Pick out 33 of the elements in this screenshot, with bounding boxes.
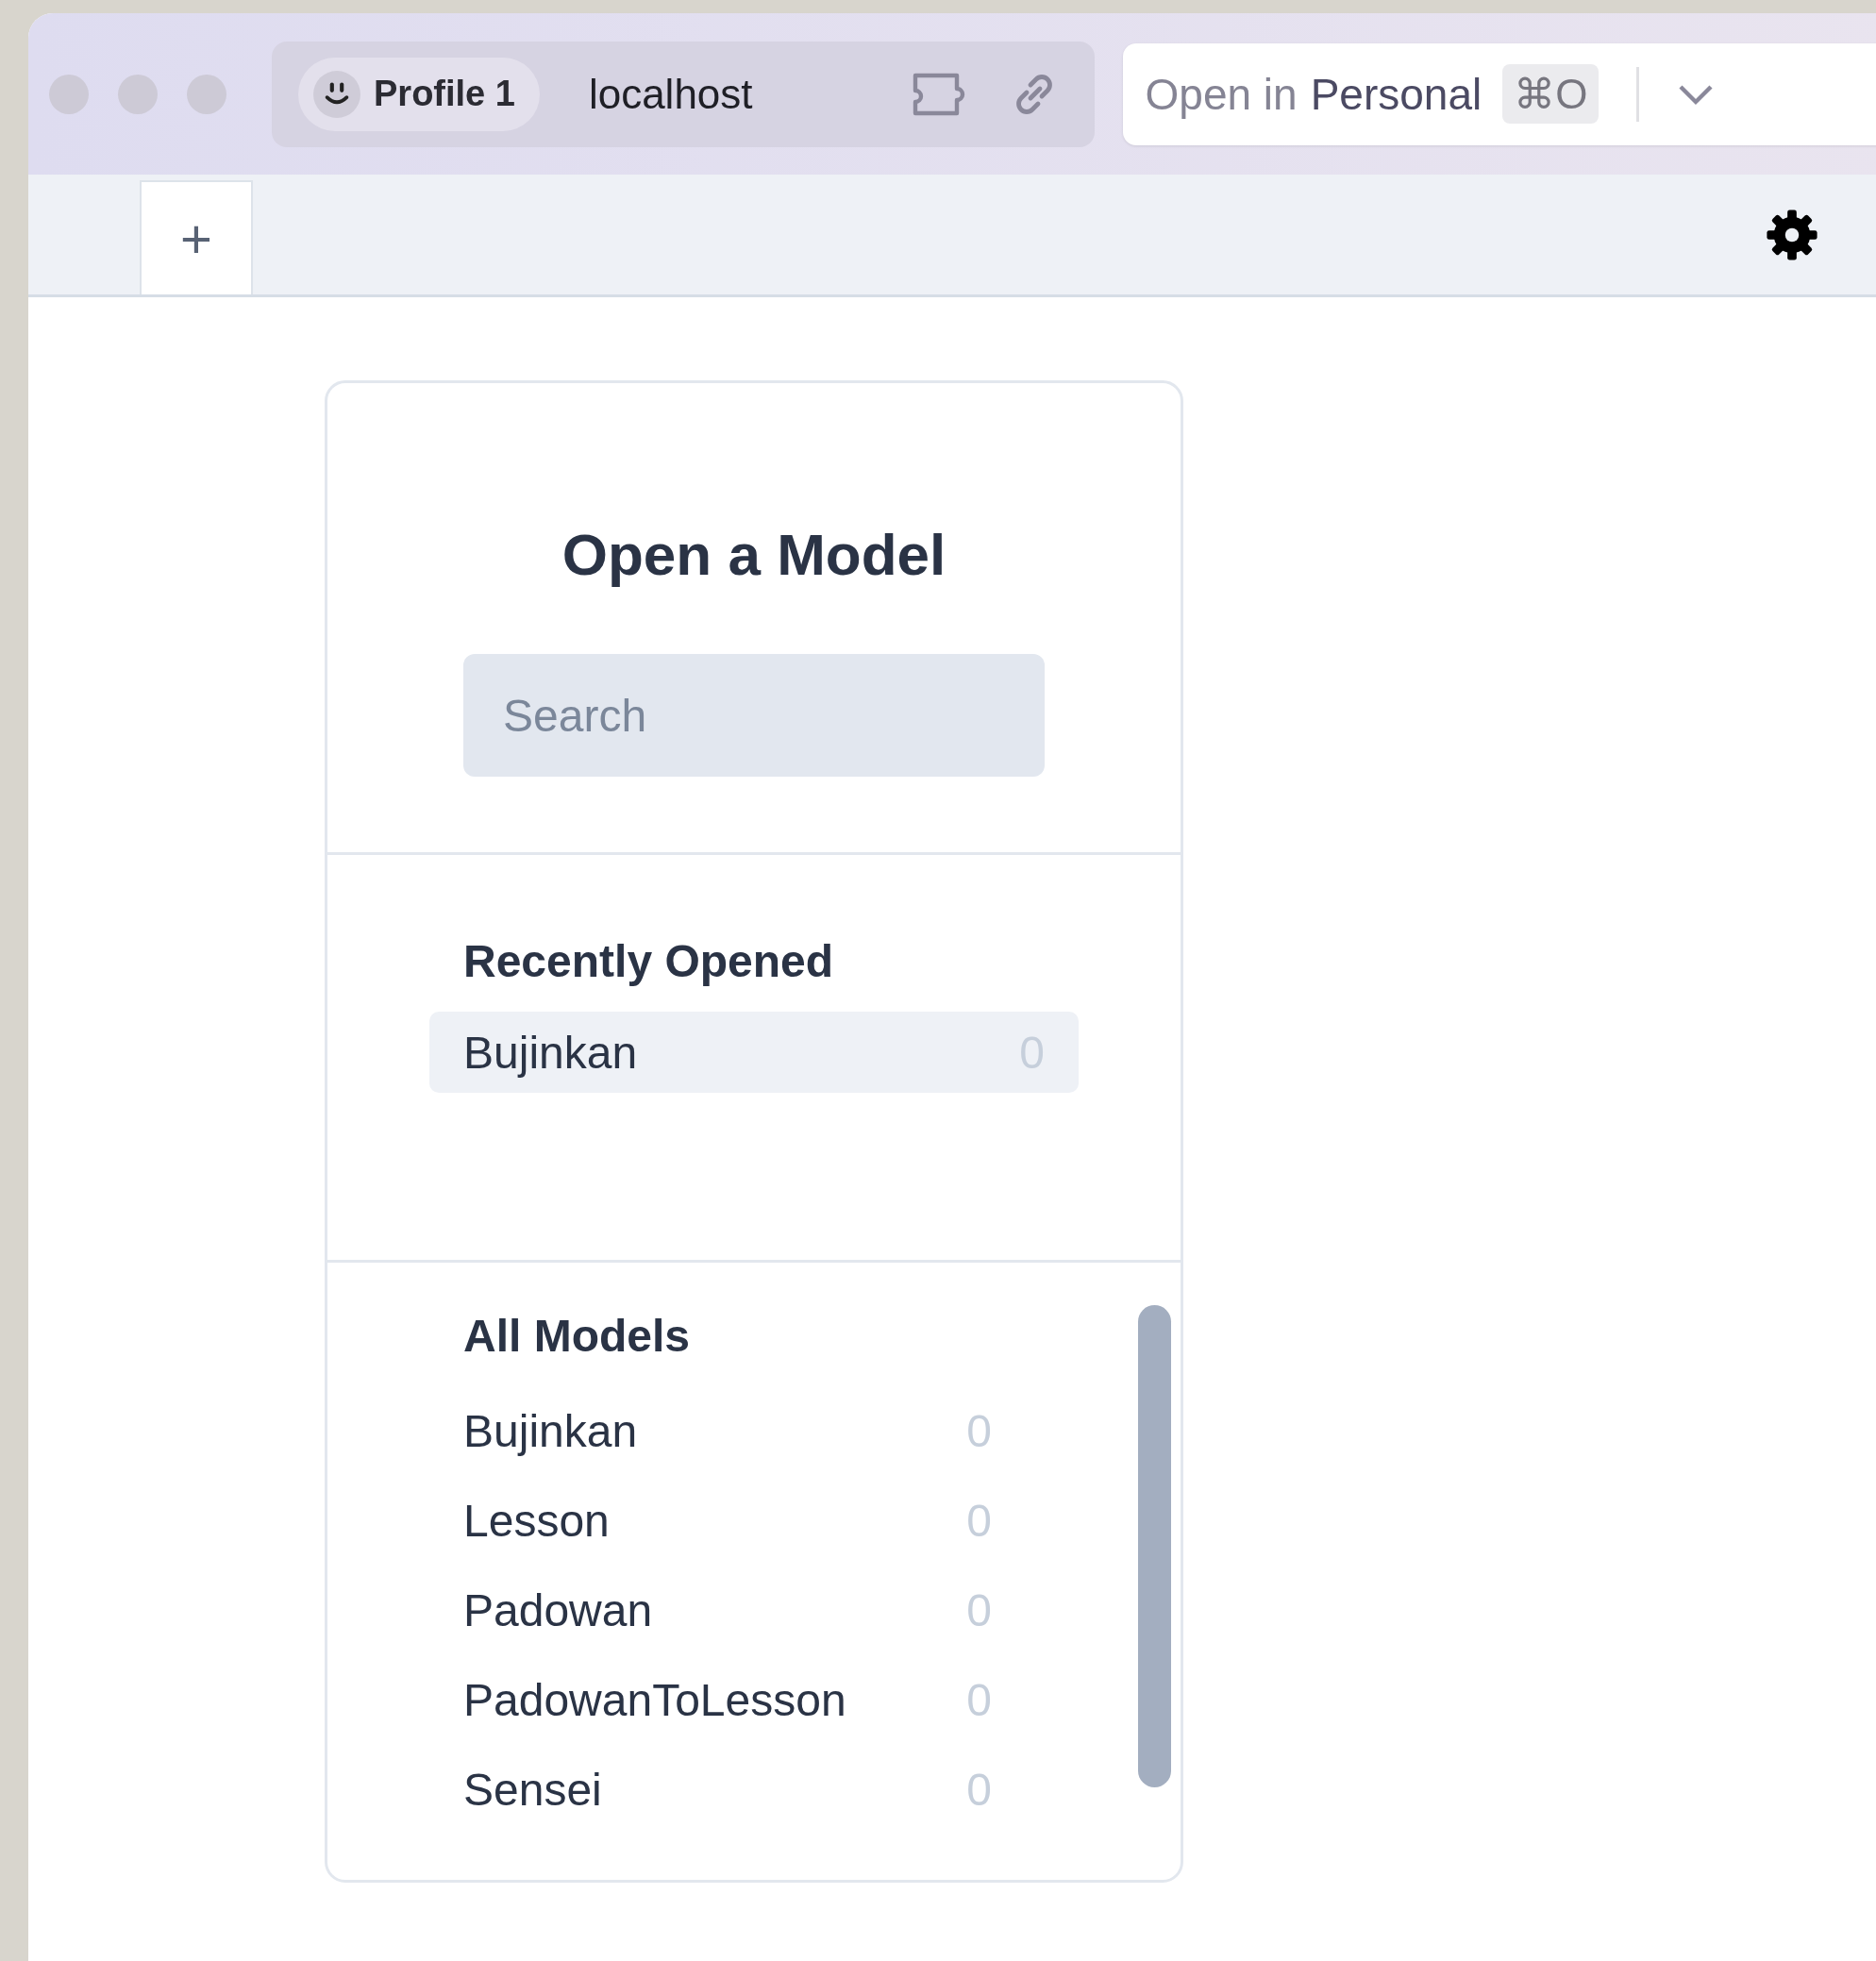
close-icon[interactable]	[49, 74, 89, 114]
address-bar[interactable]: Profile 1 localhost	[272, 41, 1095, 147]
settings-icon[interactable]	[1765, 207, 1819, 262]
model-name: PadowanToLesson	[463, 1674, 847, 1726]
model-name: Bujinkan	[463, 1405, 639, 1457]
model-name: Sensei	[463, 1764, 603, 1816]
model-count: 0	[966, 1495, 992, 1547]
model-count: 0	[966, 1764, 992, 1816]
section-heading: All Models	[463, 1310, 692, 1362]
profile-button[interactable]: Profile 1	[298, 57, 540, 131]
panel-title: Open a Model	[561, 521, 946, 588]
model-row[interactable]: Lesson 0	[463, 1476, 992, 1566]
model-row[interactable]: Sensei 0	[463, 1745, 992, 1835]
section-heading: Recently Opened	[463, 935, 835, 987]
scrollbar-thumb[interactable]	[1138, 1305, 1171, 1787]
search-field[interactable]: Search	[463, 654, 1045, 777]
model-row[interactable]: Padowan 0	[463, 1566, 992, 1655]
model-count: 0	[966, 1584, 992, 1636]
model-count: 0	[966, 1405, 992, 1457]
model-name: Padowan	[463, 1584, 654, 1636]
model-row[interactable]: Bujinkan 0	[463, 1386, 992, 1476]
smiley-icon	[313, 70, 360, 118]
shortcut-badge: ⌘O	[1502, 64, 1600, 124]
model-count: 0	[966, 1674, 992, 1726]
new-tab-button[interactable]: +	[140, 180, 253, 294]
model-row[interactable]: PadowanToLesson 0	[463, 1655, 992, 1745]
model-name: Bujinkan	[463, 1026, 639, 1079]
minimize-icon[interactable]	[118, 74, 158, 114]
maximize-icon[interactable]	[187, 74, 226, 114]
open-in-button[interactable]: Open in Personal ⌘O	[1122, 42, 1876, 145]
address-text: localhost	[587, 70, 754, 118]
chevron-down-icon[interactable]	[1677, 82, 1716, 106]
model-name: Lesson	[463, 1495, 611, 1547]
